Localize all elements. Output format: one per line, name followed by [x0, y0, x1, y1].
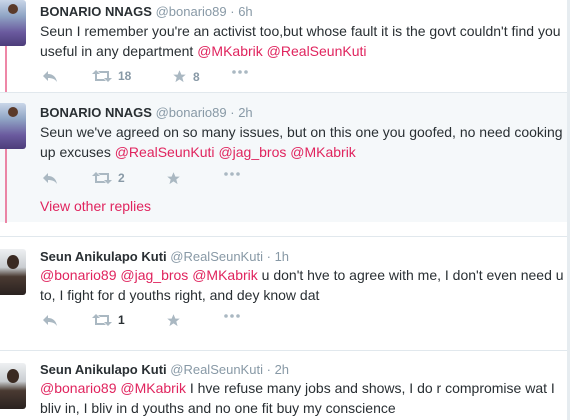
tweet-1[interactable]: BONARIO NNAGS @bonario89 · 6h Seun I rem… [0, 0, 570, 92]
mention-link[interactable]: @RealSeunKuti [267, 43, 367, 59]
author-handle[interactable]: @RealSeunKuti [170, 362, 263, 377]
mention-link[interactable]: @MKabrik [197, 43, 263, 59]
avatar[interactable] [0, 363, 26, 409]
retweet-count: 2 [118, 171, 125, 185]
tweet-header: BONARIO NNAGS @bonario89 · 6h [40, 4, 253, 19]
retweet-count: 18 [118, 69, 132, 83]
retweet-button[interactable]: 1 [92, 313, 125, 327]
retweet-icon [92, 314, 112, 326]
reply-button[interactable] [42, 69, 58, 83]
like-button[interactable] [166, 171, 181, 186]
retweet-button[interactable]: 18 [92, 69, 131, 83]
more-button[interactable] [224, 171, 240, 177]
tweet-header: Seun Anikulapo Kuti @RealSeunKuti · 1h [40, 249, 289, 264]
mention-link[interactable]: @MKabrik [192, 267, 258, 283]
timestamp[interactable]: 1h [275, 249, 289, 264]
star-icon [173, 70, 186, 83]
tweet-header: BONARIO NNAGS @bonario89 · 2h [40, 105, 253, 120]
tweet-3[interactable]: Seun Anikulapo Kuti @RealSeunKuti · 1h @… [0, 236, 570, 340]
like-button[interactable] [166, 313, 181, 328]
tweet-text: @bonario89 @jag_bros @MKabrik u don't hv… [40, 265, 565, 305]
reply-icon [43, 315, 57, 326]
separator-dot: · [266, 249, 271, 264]
tweet-4[interactable]: Seun Anikulapo Kuti @RealSeunKuti · 2h @… [0, 350, 570, 420]
like-count: 8 [193, 69, 200, 84]
tweet-text: @bonario89 @MKabrik I hve refuse many jo… [40, 378, 565, 418]
more-button[interactable] [232, 69, 248, 75]
mention-link[interactable]: @bonario89 [40, 380, 117, 396]
separator-dot: · [230, 105, 235, 120]
thread-line [5, 149, 7, 223]
thread-line [5, 46, 7, 92]
more-icon [224, 172, 240, 176]
author-name[interactable]: Seun Anikulapo Kuti [40, 249, 167, 264]
tweet-2[interactable]: BONARIO NNAGS @bonario89 · 2h Seun we've… [0, 92, 570, 223]
tweet-header: Seun Anikulapo Kuti @RealSeunKuti · 2h [40, 362, 289, 377]
mention-link[interactable]: @bonario89 [40, 267, 117, 283]
avatar[interactable] [0, 249, 26, 295]
reply-button[interactable] [42, 171, 58, 185]
timestamp[interactable]: 2h [275, 362, 289, 377]
more-icon [224, 314, 240, 318]
star-icon [167, 172, 180, 185]
mention-link[interactable]: @MKabrik [290, 144, 356, 160]
author-name[interactable]: BONARIO NNAGS [40, 105, 152, 120]
retweet-count: 1 [118, 313, 125, 327]
author-handle[interactable]: @bonario89 [156, 105, 227, 120]
timestamp[interactable]: 6h [238, 4, 252, 19]
retweet-icon [92, 172, 112, 184]
tweet-text: Seun I remember you're an activist too,b… [40, 21, 565, 61]
avatar[interactable] [0, 0, 26, 46]
reply-icon [43, 173, 57, 184]
author-handle[interactable]: @RealSeunKuti [170, 249, 263, 264]
avatar[interactable] [0, 103, 26, 149]
author-name[interactable]: Seun Anikulapo Kuti [40, 362, 167, 377]
mention-link[interactable]: @RealSeunKuti [115, 144, 215, 160]
like-button[interactable]: 8 [172, 69, 200, 84]
view-other-replies-link[interactable]: View other replies [40, 198, 151, 214]
tweet-text: Seun we've agreed on so many issues, but… [40, 122, 565, 162]
retweet-button[interactable]: 2 [92, 171, 125, 185]
separator-dot: · [230, 4, 235, 19]
author-handle[interactable]: @bonario89 [156, 4, 227, 19]
star-icon [167, 314, 180, 327]
mention-link[interactable]: @jag_bros [120, 267, 188, 283]
reply-icon [43, 71, 57, 82]
mention-link[interactable]: @jag_bros [218, 144, 286, 160]
timestamp[interactable]: 2h [238, 105, 252, 120]
reply-button[interactable] [42, 313, 58, 327]
author-name[interactable]: BONARIO NNAGS [40, 4, 152, 19]
more-button[interactable] [224, 313, 240, 319]
retweet-icon [92, 70, 112, 82]
mention-link[interactable]: @MKabrik [120, 380, 186, 396]
separator-dot: · [266, 362, 271, 377]
more-icon [232, 70, 248, 74]
